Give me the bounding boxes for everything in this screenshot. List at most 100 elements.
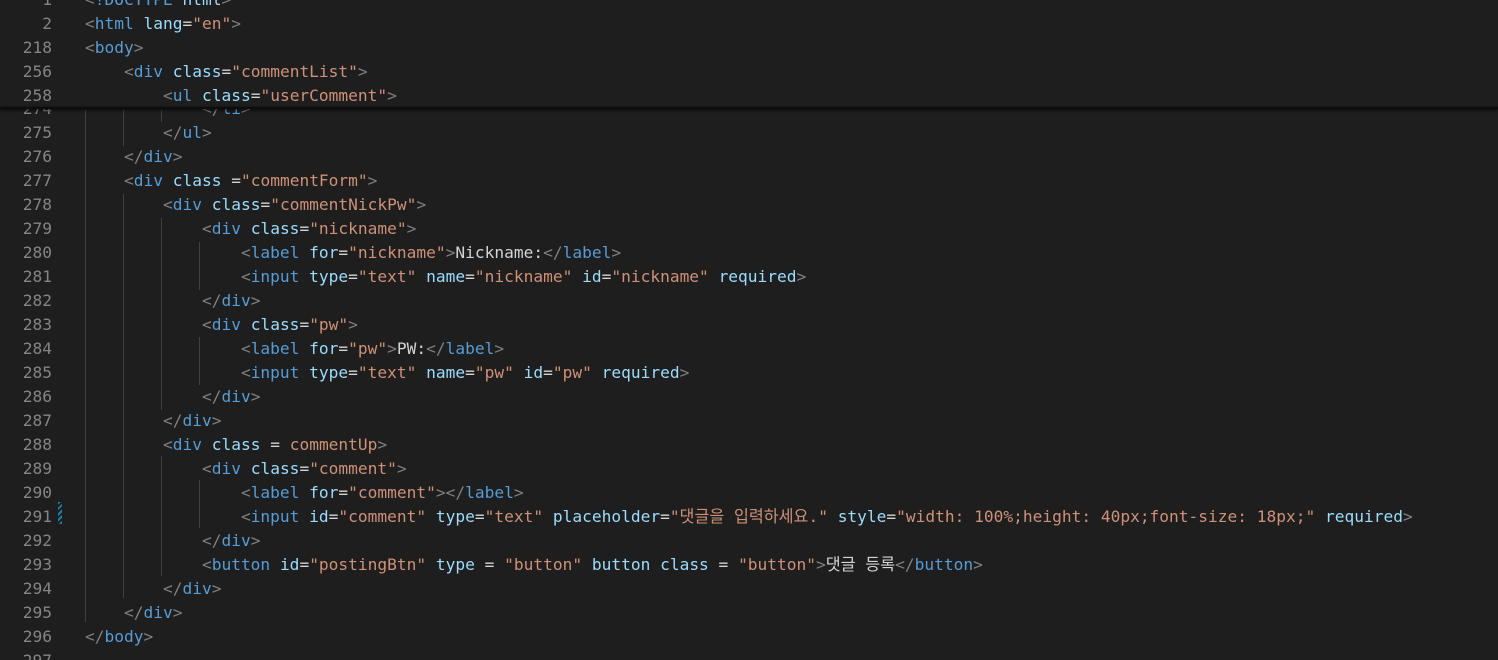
token: > xyxy=(796,267,807,286)
code-line[interactable]: 256 <div class="commentList"> xyxy=(0,60,1498,84)
token: > xyxy=(250,531,261,550)
code-text: <div class ="commentForm"> xyxy=(85,169,377,193)
token: > xyxy=(387,339,397,358)
token: = xyxy=(708,555,739,574)
code-editor[interactable]: 274 </li>275 </ul>276 </div>277 <div cla… xyxy=(0,0,1498,660)
code-line[interactable]: 287 </div> xyxy=(0,409,1498,433)
code-line[interactable]: 295 </div> xyxy=(0,601,1498,625)
code-line[interactable]: 288 <div class = commentUp> xyxy=(0,433,1498,457)
token: > xyxy=(416,195,427,214)
token: </ xyxy=(543,243,563,262)
token: class xyxy=(660,555,709,574)
token: > xyxy=(250,387,261,406)
code-line[interactable]: 218 <body> xyxy=(0,36,1498,60)
token: > xyxy=(348,315,358,334)
token: label xyxy=(562,243,612,262)
code-line[interactable]: 282 </div> xyxy=(0,289,1498,313)
token: input xyxy=(250,507,300,526)
token: name xyxy=(426,267,466,286)
token: "nickname" xyxy=(611,267,709,286)
line-number: 284 xyxy=(22,339,52,358)
token: </ xyxy=(162,411,183,430)
line-number: 294 xyxy=(22,579,52,598)
token: > xyxy=(143,627,154,646)
code-line[interactable]: 292 </div> xyxy=(0,529,1498,553)
code-line[interactable]: 296 </body> xyxy=(0,625,1498,649)
token: div xyxy=(221,387,251,406)
token: "width: 100%;height: 40px;font-size: 18p… xyxy=(896,507,1316,526)
code-text: <div class="commentNickPw"> xyxy=(85,193,426,217)
code-line[interactable]: 297 xyxy=(0,649,1498,660)
token: </ xyxy=(201,291,222,310)
token: < xyxy=(123,62,134,81)
code-line[interactable]: 280 <label for="nickname">Nickname:</lab… xyxy=(0,241,1498,265)
code-line[interactable]: 281 <input type="text" name="nickname" i… xyxy=(0,265,1498,289)
token: = xyxy=(299,459,310,478)
token: > xyxy=(133,38,144,57)
code-line[interactable]: 278 <div class="commentNickPw"> xyxy=(0,193,1498,217)
token: < xyxy=(240,243,251,262)
token: label xyxy=(445,339,495,358)
code-line[interactable]: 285 <input type="text" name="pw" id="pw"… xyxy=(0,361,1498,385)
token: label xyxy=(250,243,300,262)
token: = xyxy=(182,14,193,33)
sticky-scroll-header[interactable]: 1<!DOCTYPE html>2<html lang="en">218<bod… xyxy=(0,0,1498,107)
token: "댓글을 입력하세요." xyxy=(669,507,828,526)
line-number: 256 xyxy=(22,62,52,81)
token: > xyxy=(211,411,222,430)
code-line[interactable]: 290 <label for="comment"></label> xyxy=(0,481,1498,505)
code-line[interactable]: 289 <div class="comment"> xyxy=(0,457,1498,481)
token: commentUp xyxy=(289,435,378,454)
token: div xyxy=(172,435,202,454)
code-text: </div> xyxy=(85,529,261,553)
token: = xyxy=(250,86,261,105)
code-line[interactable]: 284 <label for="pw">PW:</label> xyxy=(0,337,1498,361)
code-line[interactable]: 258 <ul class="userComment"> xyxy=(0,84,1498,107)
code-line[interactable]: 275 </ul> xyxy=(0,121,1498,145)
token: type xyxy=(435,507,475,526)
token: </ xyxy=(162,123,183,142)
line-number: 296 xyxy=(22,627,52,646)
token: > xyxy=(816,555,826,574)
code-line[interactable]: 293 <button id="postingBtn" type = "butt… xyxy=(0,553,1498,577)
token: label xyxy=(250,483,300,502)
code-text: </div> xyxy=(85,409,222,433)
code-text: <!DOCTYPE html> xyxy=(85,0,231,12)
token: div xyxy=(182,411,212,430)
code-line[interactable]: 1 <!DOCTYPE html> xyxy=(0,0,1498,12)
token: > xyxy=(973,555,983,574)
token: = xyxy=(260,435,290,454)
code-line[interactable]: 2 <html lang="en"> xyxy=(0,12,1498,36)
token: "postingBtn" xyxy=(309,555,427,574)
code-line[interactable]: 294 </div> xyxy=(0,577,1498,601)
code-line[interactable]: 286 </div> xyxy=(0,385,1498,409)
code-line[interactable]: 283 <div class="pw"> xyxy=(0,313,1498,337)
token: div xyxy=(211,219,241,238)
token: div xyxy=(182,579,212,598)
token: </ xyxy=(162,579,183,598)
code-line[interactable]: 276 </div> xyxy=(0,145,1498,169)
token: < xyxy=(240,267,251,286)
token: class xyxy=(172,62,222,81)
token: input xyxy=(250,267,300,286)
token: = xyxy=(465,363,475,382)
code-line[interactable]: 277 <div class ="commentForm"> xyxy=(0,169,1498,193)
token: button xyxy=(591,555,651,574)
token: = xyxy=(299,219,310,238)
token: input xyxy=(250,363,300,382)
code-line[interactable]: 291 <input id="comment" type="text" plac… xyxy=(0,505,1498,529)
code-line[interactable]: 279 <div class="nickname"> xyxy=(0,217,1498,241)
code-text: </div> xyxy=(85,385,261,409)
